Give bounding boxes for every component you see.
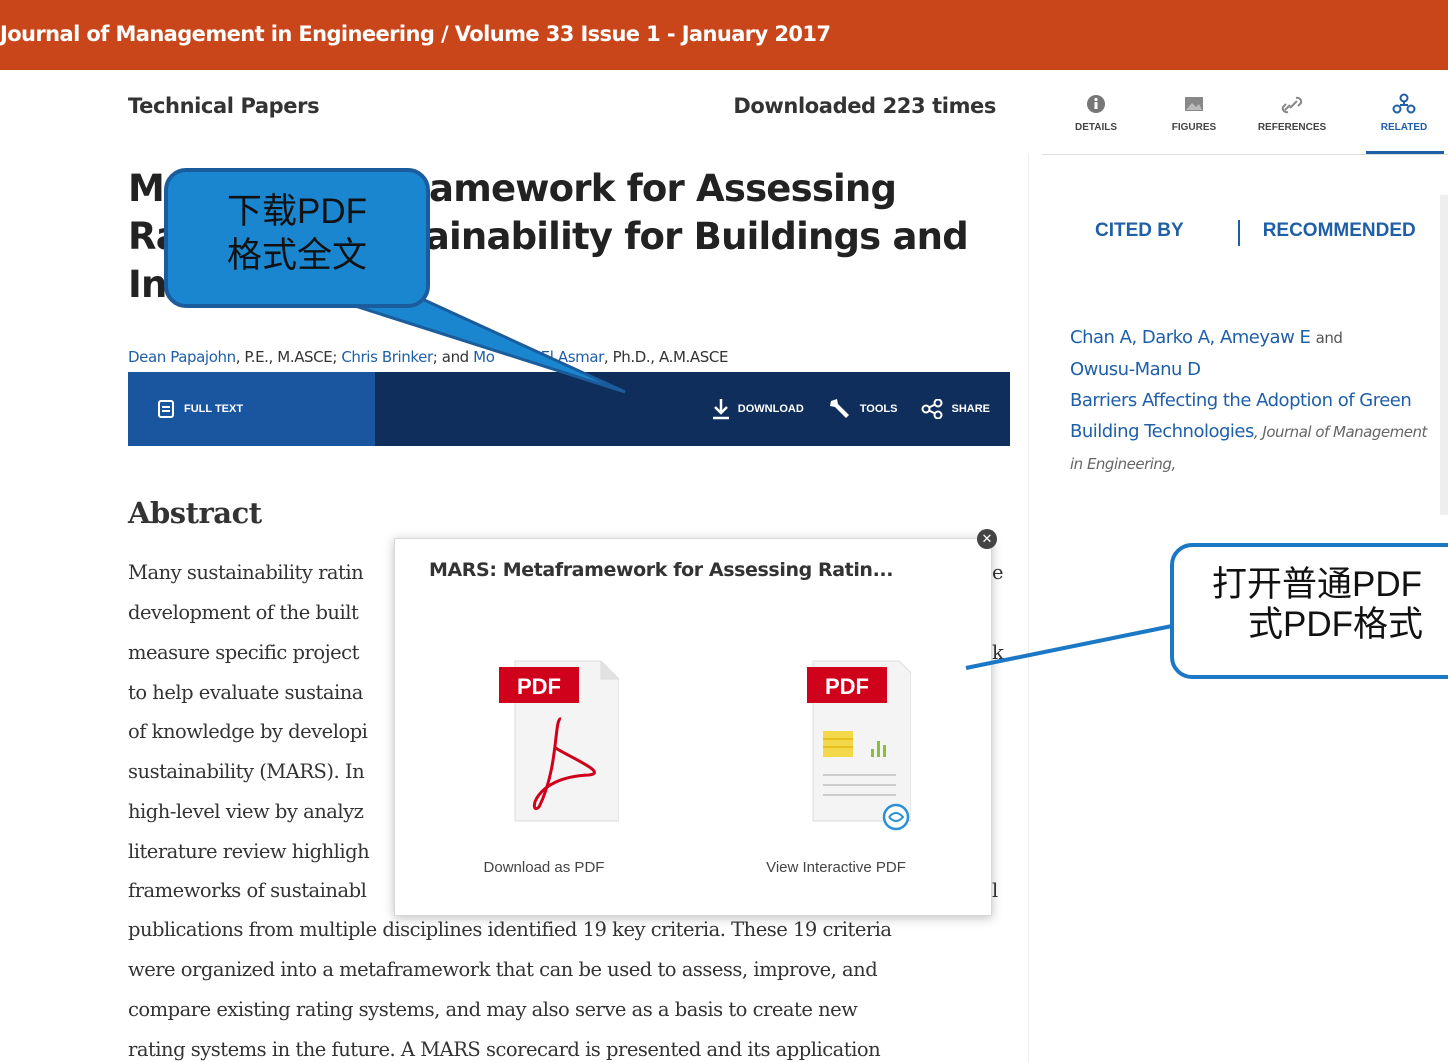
callout-open-pdf: 打开普通PDF 式PDF格式	[1170, 543, 1448, 679]
callout-pointers	[329, 296, 1173, 670]
callout-download-pdf: 下载PDF 格式全文	[164, 168, 430, 308]
